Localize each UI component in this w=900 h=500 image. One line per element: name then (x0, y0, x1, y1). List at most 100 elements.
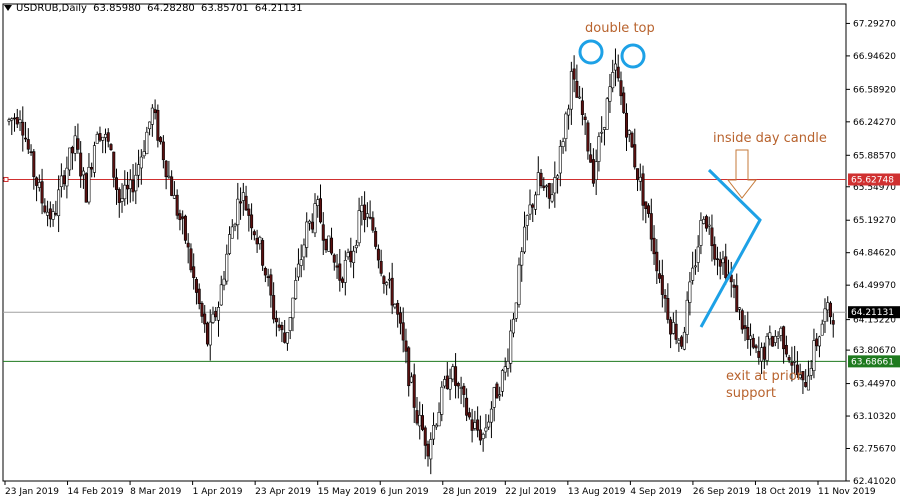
candle-body (600, 131, 604, 134)
candle-body (473, 422, 477, 429)
candle-body (244, 195, 248, 211)
candle-body (754, 345, 758, 349)
candle-body (699, 220, 703, 246)
candle-body (51, 211, 55, 220)
candle-body (503, 366, 507, 373)
y-tick-label: 66.58920 (853, 85, 896, 95)
candle-body (236, 198, 240, 226)
candle-body (13, 117, 17, 120)
candle-body (636, 168, 640, 180)
candle-body (525, 215, 529, 226)
candle-body (787, 357, 791, 361)
candle-body (46, 211, 50, 216)
candle-body (274, 317, 278, 323)
candle-body (112, 151, 116, 178)
candle-body (644, 201, 648, 210)
price-chart[interactable]: 67.29270 66.94620 66.58920 66.24270 65.88570… (0, 0, 900, 500)
candle-body (591, 159, 595, 184)
candle-body (349, 250, 353, 263)
candle-body (95, 134, 99, 144)
candle-body (387, 278, 391, 281)
candle-body (771, 336, 775, 347)
x-tick-label: 6 Jun 2019 (380, 487, 429, 497)
candle-body (324, 238, 328, 251)
candle-body (492, 387, 496, 408)
candle-body (37, 182, 41, 188)
x-tick-label: 11 Nov 2019 (818, 487, 876, 497)
y-tick-label: 64.49970 (853, 281, 896, 291)
candle-body (561, 141, 565, 147)
double-top-circle-left (578, 39, 604, 65)
candle-body (170, 176, 174, 196)
candle-body (658, 273, 662, 279)
candle-body (10, 118, 14, 121)
candle-body (396, 302, 400, 315)
dropdown-triangle-icon[interactable] (4, 5, 12, 11)
candle-body (357, 210, 361, 244)
candle-body (247, 208, 251, 216)
y-tick-label: 62.41020 (853, 477, 896, 487)
y-tick-label: 64.84620 (853, 249, 896, 259)
candle-body (831, 320, 835, 325)
candle-body (376, 248, 380, 261)
candle-body (520, 251, 524, 266)
candle-body (153, 109, 157, 114)
candle-body (299, 259, 303, 266)
candle-body (638, 176, 642, 182)
candle-body (500, 370, 504, 392)
candle-body (338, 263, 342, 281)
candle-body (327, 235, 331, 252)
candle-body (374, 231, 378, 247)
candle-body (616, 66, 620, 79)
candle-body (346, 252, 350, 258)
candle-body (354, 244, 358, 249)
candle-body (735, 285, 739, 312)
candle-body (553, 177, 557, 194)
candle-body (602, 127, 606, 130)
symbol-label: USDRUB,Daily (16, 3, 87, 14)
candle-body (142, 151, 146, 157)
candle-body (305, 221, 309, 248)
candle-body (663, 294, 667, 299)
candle-body (448, 378, 452, 390)
candle-body (164, 160, 168, 178)
candle-body (597, 136, 601, 162)
candle-body (828, 302, 832, 318)
candle-body (534, 194, 538, 210)
candle-body (15, 117, 19, 125)
y-tick-label: 63.80670 (853, 346, 896, 356)
candle-body (522, 226, 526, 253)
candle-body (263, 267, 267, 276)
candle-body (506, 361, 510, 369)
support-price-label: 63.68661 (851, 357, 894, 367)
candle-body (404, 340, 408, 352)
candle-body (660, 275, 664, 295)
candle-body (90, 167, 94, 170)
candle-body (379, 261, 383, 274)
candle-body (40, 181, 44, 204)
x-tick-label: 28 Jun 2019 (443, 487, 497, 497)
candle-body (608, 86, 612, 102)
candle-body (823, 308, 827, 322)
candle-body (743, 325, 747, 329)
candle-body (211, 313, 215, 323)
candle-body (710, 227, 714, 247)
candle-body (81, 170, 85, 176)
candle-body (531, 204, 535, 208)
candle-body (762, 346, 766, 360)
candle-body (655, 251, 659, 272)
chart-window: 67.29270 66.94620 66.58920 66.24270 65.88570… (0, 0, 900, 500)
candle-body (412, 374, 416, 408)
candle-body (294, 280, 298, 299)
candle-body (252, 231, 256, 236)
candle-body (156, 109, 160, 141)
candle-body (62, 175, 66, 185)
candle-body (194, 279, 198, 293)
candle-body (68, 147, 72, 171)
candle-body (677, 340, 681, 344)
candle-body (175, 194, 179, 216)
candle-body (671, 322, 675, 334)
candle-body (241, 192, 245, 201)
candle-body (332, 254, 336, 263)
candle-body (586, 122, 590, 152)
